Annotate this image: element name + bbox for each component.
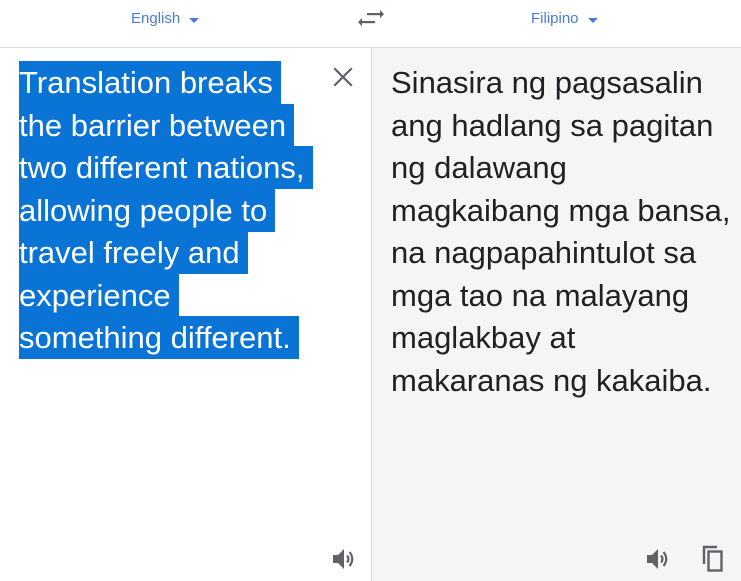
close-icon — [333, 67, 353, 87]
translation-panel: Sinasira ng pagsasalin ang hadlang sa pa… — [371, 48, 741, 581]
clear-source-button[interactable] — [333, 67, 353, 87]
source-panel: Translation breaks the barrier between t… — [0, 48, 371, 581]
speaker-icon — [647, 549, 668, 569]
translation-text: Sinasira ng pagsasalin ang hadlang sa pa… — [391, 65, 731, 398]
language-bar: English Filipino — [0, 0, 741, 48]
translate-app: English Filipino Translation breaks the … — [0, 0, 741, 581]
target-language-selector[interactable]: Filipino — [531, 10, 598, 27]
source-textarea[interactable]: Translation breaks the barrier between t… — [19, 62, 313, 360]
source-language-label: English — [131, 10, 181, 27]
source-language-selector[interactable]: English — [131, 10, 200, 27]
listen-translation-button[interactable] — [645, 546, 671, 572]
selected-source-text[interactable]: Translation breaks the barrier between t… — [19, 65, 313, 355]
copy-icon — [702, 545, 723, 572]
chevron-down-icon — [189, 18, 200, 23]
listen-source-button[interactable] — [331, 546, 357, 572]
speaker-icon — [333, 549, 354, 569]
swap-arrows-icon — [358, 10, 384, 27]
target-language-label: Filipino — [531, 10, 579, 27]
swap-languages-button[interactable] — [357, 6, 385, 32]
copy-translation-button[interactable] — [700, 544, 726, 572]
chevron-down-icon — [587, 18, 598, 23]
